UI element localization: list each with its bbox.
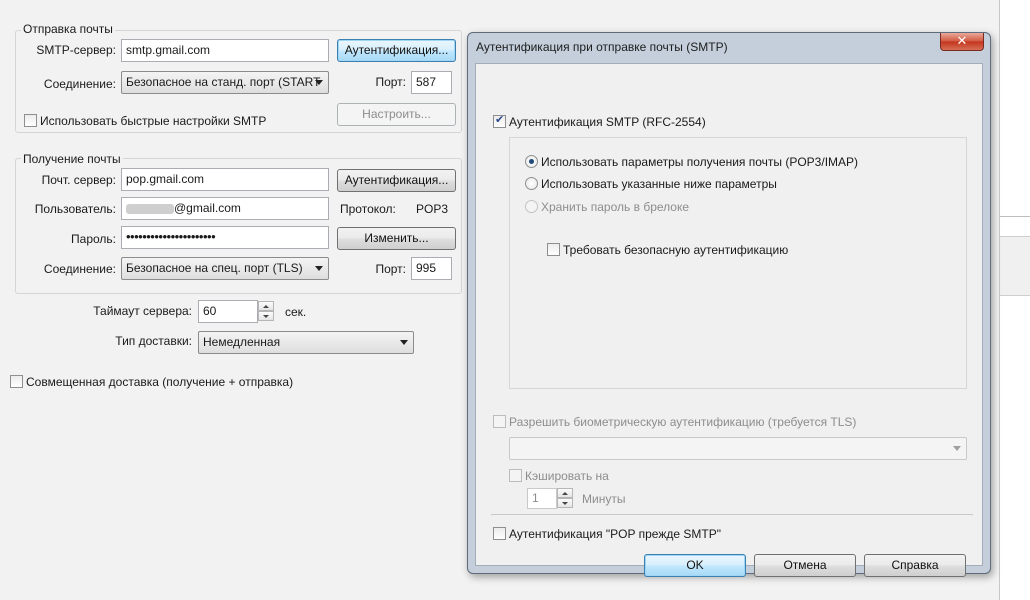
pop-before-smtp-checkbox[interactable] [493,527,506,540]
secure-auth-checkbox[interactable] [547,243,560,256]
receive-mail-group-title: Получение почты [21,152,123,166]
delivery-type-value: Немедленная [203,335,281,349]
cache-unit: Минуты [582,492,626,506]
protocol-value: POP3 [416,202,449,216]
biometric-label: Разрешить биометрическую аутентификацию … [509,415,857,429]
chevron-down-icon [953,446,961,451]
dialog-title: Аутентификация при отправке почты (SMTP) [476,40,728,54]
delivery-type-select[interactable]: Немедленная [198,331,414,354]
combined-delivery-label: Совмещенная доставка (получение + отправ… [26,375,294,389]
cache-label: Кэшировать на [525,469,609,483]
ok-button[interactable]: OK [644,554,746,577]
blurred-username [126,203,174,214]
send-connection-value: Безопасное на станд. порт (START [126,75,321,89]
secure-auth-label: Требовать безопасную аутентификацию [563,243,789,257]
background-panel [1000,236,1030,296]
cache-checkbox[interactable] [509,469,522,482]
help-button[interactable]: Справка [864,554,966,577]
mail-server-label: Почт. сервер: [41,173,116,187]
combined-delivery-checkbox[interactable] [10,375,23,388]
biometric-select[interactable] [509,437,967,460]
quick-settings-label: Использовать быстрые настройки SMTP [40,114,267,128]
smtp-auth-checkbox[interactable] [493,113,506,128]
dialog-titlebar[interactable]: Аутентификация при отправке почты (SMTP)… [468,33,990,61]
stepper-down-icon[interactable] [557,498,573,508]
change-password-button[interactable]: Изменить... [337,227,456,250]
delivery-type-label: Тип доставки: [115,334,192,348]
timeout-input[interactable]: 60 [198,300,258,323]
chevron-down-icon [315,266,323,271]
user-label: Пользователь: [34,202,116,216]
receive-connection-label: Соединение: [43,262,116,276]
smtp-server-input[interactable]: smtp.gmail.com [121,39,329,62]
radio-use-below[interactable] [525,177,538,190]
send-port-input[interactable]: 587 [411,71,452,94]
timeout-label: Таймаут сервера: [93,304,192,318]
divider [491,514,973,515]
stepper-up-icon[interactable] [557,488,573,498]
smtp-auth-dialog: Аутентификация при отправке почты (SMTP)… [467,32,991,577]
send-connection-select[interactable]: Безопасное на станд. порт (START [121,71,329,94]
send-mail-group-title: Отправка почты [21,22,115,36]
receive-auth-button[interactable]: Аутентификация... [337,169,456,192]
receive-connection-select[interactable]: Безопасное на спец. порт (TLS) [121,257,329,280]
quick-settings-checkbox[interactable] [24,114,37,127]
background-window-edge [1000,0,1030,600]
dialog-client: Аутентификация SMTP (RFC-2554) Использов… [475,63,983,577]
cache-stepper[interactable] [557,488,575,509]
chevron-down-icon [400,340,408,345]
smtp-server-label: SMTP-сервер: [36,43,116,57]
divider [1000,216,1030,217]
radio-keychain[interactable] [525,200,538,213]
smtp-auth-button[interactable]: Аутентификация... [337,39,456,62]
send-port-label: Порт: [375,75,406,89]
password-label: Пароль: [71,232,116,246]
close-icon[interactable]: ✕ [940,33,984,51]
send-connection-label: Соединение: [43,77,116,91]
radio-use-receive[interactable] [525,155,538,168]
receive-connection-value: Безопасное на спец. порт (TLS) [126,261,303,275]
biometric-checkbox[interactable] [493,415,506,428]
radio-keychain-label: Хранить пароль в брелоке [541,200,690,214]
receive-port-input[interactable]: 995 [411,257,452,280]
stepper-up-icon[interactable] [258,301,274,311]
smtp-auth-label: Аутентификация SMTP (RFC-2554) [509,115,706,129]
protocol-label: Протокол: [340,202,396,216]
mail-server-input[interactable]: pop.gmail.com [121,168,329,191]
password-input[interactable]: •••••••••••••••••••••• [121,226,329,249]
timeout-stepper[interactable] [258,301,276,322]
chevron-down-icon [315,80,323,85]
stepper-down-icon[interactable] [258,311,274,321]
cancel-button[interactable]: Отмена [754,554,856,577]
cache-input[interactable]: 1 [527,488,557,509]
user-input[interactable]: @gmail.com [121,197,329,220]
pop-before-smtp-label: Аутентификация "POP прежде SMTP" [509,527,721,541]
smtp-auth-options-panel: Использовать параметры получения почты (… [509,137,967,389]
configure-button[interactable]: Настроить... [337,103,456,126]
radio-use-receive-label: Использовать параметры получения почты (… [541,155,859,169]
timeout-unit: сек. [285,305,307,319]
radio-use-below-label: Использовать указанные ниже параметры [541,177,777,191]
user-domain: @gmail.com [174,201,241,215]
receive-port-label: Порт: [375,262,406,276]
